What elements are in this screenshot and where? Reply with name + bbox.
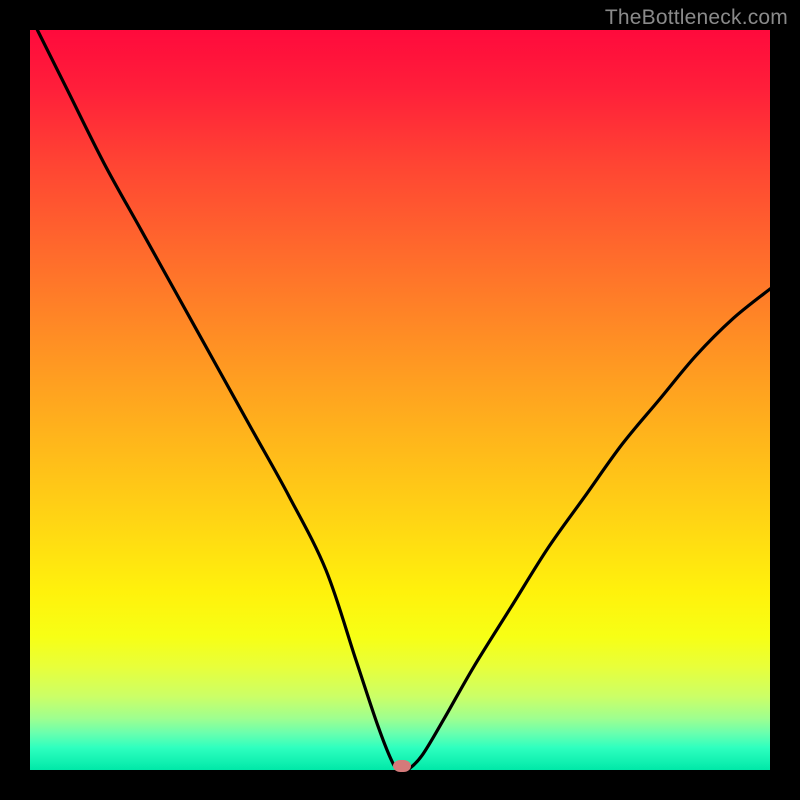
- chart-frame: TheBottleneck.com: [0, 0, 800, 800]
- watermark-text: TheBottleneck.com: [605, 6, 788, 30]
- minimum-marker: [393, 760, 411, 772]
- plot-area: [30, 30, 770, 770]
- bottleneck-curve: [37, 30, 770, 770]
- curve-layer: [30, 30, 770, 770]
